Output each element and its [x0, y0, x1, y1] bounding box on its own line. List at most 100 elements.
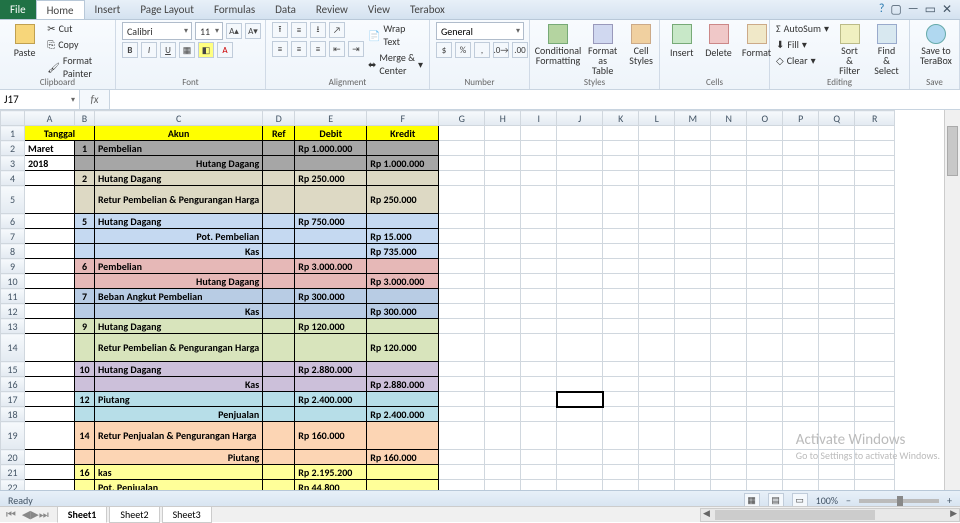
cell-C1[interactable]: Akun: [95, 126, 263, 141]
col-header-I[interactable]: I: [521, 111, 557, 126]
cell-J21[interactable]: [557, 465, 603, 480]
sheet-tab-3[interactable]: Sheet3: [162, 506, 212, 523]
cell-M1[interactable]: [675, 126, 711, 141]
cell-O21[interactable]: [747, 465, 783, 480]
cell-C18[interactable]: Penjualan: [95, 407, 263, 422]
cell-H5[interactable]: [485, 186, 521, 214]
cell-C14[interactable]: Retur Pembelian & Pengurangan Harga: [95, 334, 263, 362]
cell-R21[interactable]: [855, 465, 895, 480]
cell-B5[interactable]: [75, 186, 95, 214]
cell-O11[interactable]: [747, 289, 783, 304]
cell-H1[interactable]: [485, 126, 521, 141]
format-cells-button[interactable]: Format: [740, 22, 774, 61]
cell-E7[interactable]: [295, 229, 367, 244]
cell-G4[interactable]: [439, 171, 485, 186]
col-header-G[interactable]: G: [439, 111, 485, 126]
cell-L8[interactable]: [639, 244, 675, 259]
cell-H12[interactable]: [485, 304, 521, 319]
cell-B3[interactable]: [75, 156, 95, 171]
cell-J15[interactable]: [557, 362, 603, 377]
align-top-icon[interactable]: ⭱: [272, 22, 288, 38]
cell-Q11[interactable]: [819, 289, 855, 304]
cell-J6[interactable]: [557, 214, 603, 229]
sheet-tab-2[interactable]: Sheet2: [109, 506, 159, 523]
decrease-font-icon[interactable]: A▾: [245, 23, 261, 39]
cell-M18[interactable]: [675, 407, 711, 422]
cell-Q3[interactable]: [819, 156, 855, 171]
spreadsheet-grid[interactable]: ABCDEFGHIJKLMNOPQR1TanggalAkunRefDebitKr…: [0, 110, 960, 490]
cell-R7[interactable]: [855, 229, 895, 244]
cell-K20[interactable]: [603, 450, 639, 465]
cell-N4[interactable]: [711, 171, 747, 186]
cell-R4[interactable]: [855, 171, 895, 186]
cell-K14[interactable]: [603, 334, 639, 362]
font-color-button[interactable]: A: [217, 42, 233, 58]
cell-A14[interactable]: [25, 334, 75, 362]
cell-R17[interactable]: [855, 392, 895, 407]
cell-D7[interactable]: [263, 229, 295, 244]
cell-J3[interactable]: [557, 156, 603, 171]
cell-B14[interactable]: [75, 334, 95, 362]
cell-N22[interactable]: [711, 480, 747, 491]
row-header-5[interactable]: 5: [1, 186, 25, 214]
cell-C4[interactable]: Hutang Dagang: [95, 171, 263, 186]
cell-H6[interactable]: [485, 214, 521, 229]
cell-J12[interactable]: [557, 304, 603, 319]
cell-P2[interactable]: [783, 141, 819, 156]
cell-B18[interactable]: [75, 407, 95, 422]
cell-R5[interactable]: [855, 186, 895, 214]
cell-C7[interactable]: Pot. Pembelian: [95, 229, 263, 244]
cell-Q21[interactable]: [819, 465, 855, 480]
cell-B22[interactable]: [75, 480, 95, 491]
cell-A13[interactable]: [25, 319, 75, 334]
row-header-21[interactable]: 21: [1, 465, 25, 480]
wrap-text-button[interactable]: 📄 Wrap Text: [368, 22, 423, 48]
bold-button[interactable]: B: [122, 42, 138, 58]
cell-H4[interactable]: [485, 171, 521, 186]
cell-H17[interactable]: [485, 392, 521, 407]
font-size-select[interactable]: 11: [195, 22, 223, 40]
cell-I21[interactable]: [521, 465, 557, 480]
cell-N21[interactable]: [711, 465, 747, 480]
row-header-9[interactable]: 9: [1, 259, 25, 274]
cell-I8[interactable]: [521, 244, 557, 259]
find-select-button[interactable]: Find & Select: [870, 22, 903, 78]
cell-I17[interactable]: [521, 392, 557, 407]
cell-R3[interactable]: [855, 156, 895, 171]
cell-P13[interactable]: [783, 319, 819, 334]
cell-E6[interactable]: Rp 750.000: [295, 214, 367, 229]
cell-O3[interactable]: [747, 156, 783, 171]
cell-G9[interactable]: [439, 259, 485, 274]
cell-J14[interactable]: [557, 334, 603, 362]
cell-M4[interactable]: [675, 171, 711, 186]
cell-Q14[interactable]: [819, 334, 855, 362]
cell-R10[interactable]: [855, 274, 895, 289]
cell-C10[interactable]: Hutang Dagang: [95, 274, 263, 289]
cell-G5[interactable]: [439, 186, 485, 214]
cell-C19[interactable]: Retur Penjualan & Pengurangan Harga: [95, 422, 263, 450]
cell-A21[interactable]: [25, 465, 75, 480]
cell-N11[interactable]: [711, 289, 747, 304]
cell-N1[interactable]: [711, 126, 747, 141]
cell-G16[interactable]: [439, 377, 485, 392]
window-min-icon[interactable]: —: [908, 2, 919, 17]
cell-J19[interactable]: [557, 422, 603, 450]
cell-O1[interactable]: [747, 126, 783, 141]
cell-C22[interactable]: Pot. Penjualan: [95, 480, 263, 491]
cell-J5[interactable]: [557, 186, 603, 214]
cell-F1[interactable]: Kredit: [367, 126, 439, 141]
cell-R18[interactable]: [855, 407, 895, 422]
cell-M7[interactable]: [675, 229, 711, 244]
cell-K1[interactable]: [603, 126, 639, 141]
cell-O18[interactable]: [747, 407, 783, 422]
col-header-M[interactable]: M: [675, 111, 711, 126]
cell-R2[interactable]: [855, 141, 895, 156]
cell-Q16[interactable]: [819, 377, 855, 392]
cell-L17[interactable]: [639, 392, 675, 407]
cell-R1[interactable]: [855, 126, 895, 141]
cell-M21[interactable]: [675, 465, 711, 480]
cell-P9[interactable]: [783, 259, 819, 274]
cell-E10[interactable]: [295, 274, 367, 289]
col-header-E[interactable]: E: [295, 111, 367, 126]
cell-N12[interactable]: [711, 304, 747, 319]
